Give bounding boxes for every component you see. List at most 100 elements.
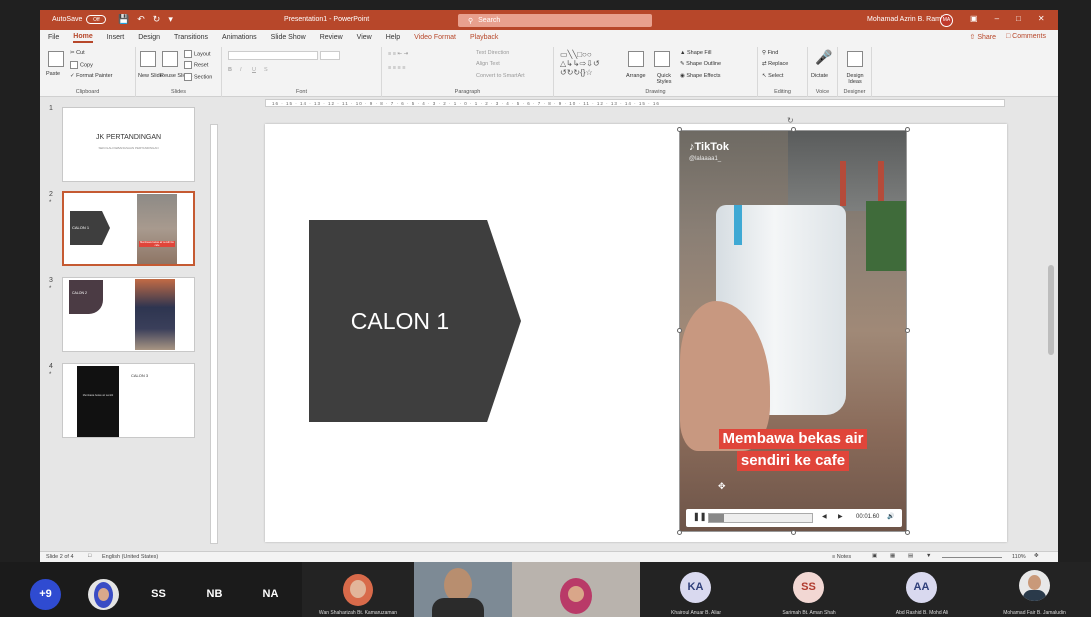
convert-smartart-button[interactable]: Convert to SmartArt xyxy=(476,73,525,79)
tab-file[interactable]: File xyxy=(48,34,59,41)
layout-button[interactable]: Layout xyxy=(184,50,211,58)
quick-styles-icon[interactable] xyxy=(654,51,670,67)
autosave-toggle[interactable]: Off xyxy=(86,15,107,24)
pause-icon[interactable]: ❚❚ xyxy=(693,512,706,521)
tab-video-format[interactable]: Video Format xyxy=(414,34,456,41)
redo-icon[interactable]: ↻ xyxy=(153,14,161,25)
language[interactable]: English (United States) xyxy=(102,554,158,560)
selection-handle[interactable] xyxy=(905,530,910,535)
format-painter-button[interactable]: ✓ Format Painter xyxy=(70,73,113,79)
participant-tile[interactable]: Mohamad Fair B. Jamaludin xyxy=(978,562,1091,617)
bold-button[interactable]: B xyxy=(228,67,232,73)
underline-button[interactable]: U xyxy=(252,67,256,73)
selection-handle[interactable] xyxy=(791,530,796,535)
maximize-icon[interactable]: □ xyxy=(1016,14,1021,23)
selection-handle[interactable] xyxy=(791,127,796,132)
microphone-icon[interactable]: 🎤 xyxy=(815,49,832,66)
participant-tile[interactable]: AA Abd Rashid B. Mohd Ali xyxy=(866,562,978,617)
align-text-button[interactable]: Align Text xyxy=(476,61,500,67)
tab-slide-show[interactable]: Slide Show xyxy=(271,34,306,41)
video-progress-bar[interactable] xyxy=(708,513,813,523)
rewind-icon[interactable]: ◀ xyxy=(822,513,827,520)
quick-styles-button[interactable]: Quick Styles xyxy=(652,73,676,85)
paste-icon[interactable] xyxy=(48,51,64,67)
user-name[interactable]: Mohamad Azrin B. Ramli xyxy=(867,16,944,23)
volume-icon[interactable]: 🔊 xyxy=(887,513,894,520)
find-button[interactable]: ⚲ Find xyxy=(762,50,778,56)
comments-button[interactable]: □ Comments xyxy=(1006,33,1046,40)
tab-view[interactable]: View xyxy=(357,34,372,41)
selection-handle[interactable] xyxy=(677,328,682,333)
reuse-slides-icon[interactable] xyxy=(162,51,178,67)
calon-pentagon-shape[interactable]: CALON 1 xyxy=(309,220,521,422)
notes-button[interactable]: ≡ Notes xyxy=(832,554,851,560)
select-button[interactable]: ↖ Select xyxy=(762,73,783,79)
reading-view-icon[interactable]: ▤ xyxy=(908,553,913,559)
scrollbar-thumb[interactable] xyxy=(1048,265,1054,355)
participant-tile[interactable]: Wan Shaharizah Bt. Kamaruzaman xyxy=(302,562,414,617)
replace-button[interactable]: ⇄ Replace xyxy=(762,61,788,67)
shapes-gallery[interactable]: ▭╲╲□○○ △↳↳⇨⇩↺ ↺↻↻{}☆ xyxy=(560,50,624,77)
tab-transitions[interactable]: Transitions xyxy=(174,34,208,41)
tab-playback[interactable]: Playback xyxy=(470,34,498,41)
paste-button[interactable]: Paste xyxy=(46,71,60,77)
selection-handle[interactable] xyxy=(905,127,910,132)
zoom-slider[interactable] xyxy=(942,557,1002,558)
participant-initials-nb[interactable]: NB xyxy=(199,579,230,610)
shape-outline-button[interactable]: ✎ Shape Outline xyxy=(680,61,721,67)
arrange-icon[interactable] xyxy=(628,51,644,67)
rotate-handle-icon[interactable]: ↻ xyxy=(787,116,794,125)
tab-animations[interactable]: Animations xyxy=(222,34,257,41)
spellcheck-icon[interactable]: □ xyxy=(88,553,91,559)
tab-home[interactable]: Home xyxy=(73,33,93,43)
cut-button[interactable]: ✂ Cut xyxy=(70,50,85,56)
design-ideas-button[interactable]: Design Ideas xyxy=(841,73,869,85)
slide-canvas[interactable]: CALON 1 ♪TikTok @lalaaaa1_ Membawa bekas… xyxy=(265,116,1007,542)
text-direction-button[interactable]: Text Direction xyxy=(476,50,509,56)
save-icon[interactable]: 💾 xyxy=(118,14,129,25)
slide-thumbnail-1[interactable]: JK PERTANDINGAN SEKOLAH KEBANGSAAN PERTA… xyxy=(62,107,195,182)
zoom-level[interactable]: 110% xyxy=(1012,554,1026,560)
participant-initials-na[interactable]: NA xyxy=(255,579,286,610)
video-object[interactable]: ♪TikTok @lalaaaa1_ Membawa bekas air sen… xyxy=(679,130,907,532)
participant-avatar-photo[interactable] xyxy=(88,579,119,610)
font-size-dropdown[interactable] xyxy=(320,51,340,60)
font-name-dropdown[interactable] xyxy=(228,51,318,60)
arrange-button[interactable]: Arrange xyxy=(626,73,646,79)
design-ideas-icon[interactable] xyxy=(847,51,863,67)
slide-thumbnail-4[interactable]: Membawa bekas air sendiri CALON 3 xyxy=(62,363,195,438)
tab-review[interactable]: Review xyxy=(320,34,343,41)
vertical-scrollbar[interactable] xyxy=(1045,97,1058,551)
selection-handle[interactable] xyxy=(905,328,910,333)
strikethrough-button[interactable]: S xyxy=(264,67,268,73)
tab-design[interactable]: Design xyxy=(138,34,160,41)
slideshow-icon[interactable]: ▼ xyxy=(926,553,931,559)
bullets-icon[interactable]: ≡ ≡ ⇤ ⇥ xyxy=(388,51,408,57)
participant-video-tile[interactable] xyxy=(512,562,640,617)
shape-effects-button[interactable]: ◉ Shape Effects xyxy=(680,73,720,79)
copy-button[interactable]: Copy xyxy=(70,61,93,69)
new-slide-icon[interactable] xyxy=(140,51,156,67)
undo-icon[interactable]: ↶ xyxy=(137,14,145,25)
dictate-button[interactable]: Dictate xyxy=(811,73,828,79)
normal-view-icon[interactable]: ▣ xyxy=(872,553,877,559)
ribbon-display-icon[interactable]: ▣ xyxy=(970,14,978,23)
close-icon[interactable]: ✕ xyxy=(1038,14,1045,23)
slide-sorter-icon[interactable]: ▦ xyxy=(890,553,895,559)
slide-thumbnail-2[interactable]: CALON 1 Membawa bekas air sendiri ke caf… xyxy=(62,191,195,266)
participant-tile[interactable]: SS Sarimah Bt. Aman Shah xyxy=(752,562,866,617)
share-button[interactable]: ⇧ Share xyxy=(970,33,997,41)
fit-slide-icon[interactable]: ✥ xyxy=(1034,553,1039,559)
autosave[interactable]: AutoSave Off xyxy=(52,15,107,24)
align-icons[interactable]: ≡ ≡ ≡ ≡ xyxy=(388,65,405,71)
tab-insert[interactable]: Insert xyxy=(107,34,125,41)
italic-button[interactable]: I xyxy=(240,67,242,73)
participant-tile[interactable]: KA Khairoul Anuar B. Aliar xyxy=(640,562,752,617)
participant-video-tile[interactable] xyxy=(414,562,512,617)
customize-icon[interactable]: ▾ xyxy=(168,14,173,25)
section-button[interactable]: Section xyxy=(184,73,212,81)
minimize-icon[interactable]: – xyxy=(995,14,999,23)
selection-handle[interactable] xyxy=(677,530,682,535)
user-avatar[interactable]: MA xyxy=(940,14,953,27)
more-participants-button[interactable]: +9 xyxy=(30,579,61,610)
